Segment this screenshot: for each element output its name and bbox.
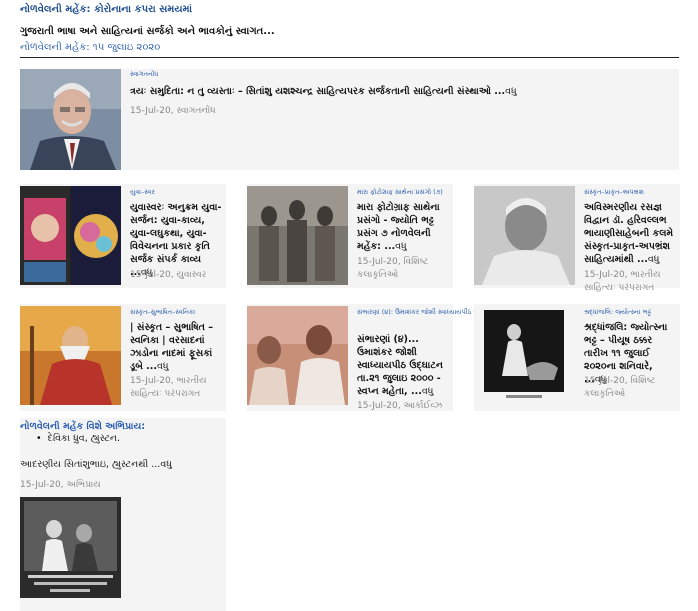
sage-painting-image [20, 306, 121, 405]
opinion-thumbnail[interactable] [20, 497, 121, 598]
featured-thumbnail[interactable] [20, 69, 121, 170]
tribute-photo-image [474, 306, 575, 405]
article-thumbnail[interactable] [247, 306, 348, 405]
read-more-link[interactable]: વધુ [422, 386, 434, 397]
article-title[interactable]: મારા ફોટોગ્રાફ સાથેના પ્રસંગો - જ્યોતિ ભ… [357, 201, 449, 253]
article-category[interactable]: સંસ્કૃત–પ્રાકૃત–અપભ્રંશ [584, 188, 644, 197]
archive-photo-image [247, 306, 348, 405]
children-photo-image [247, 186, 348, 285]
book-covers-image [20, 186, 121, 285]
article-thumbnail[interactable] [20, 186, 121, 285]
article-meta: 15-Jul-20, યુવાસ્વર [130, 270, 207, 280]
read-more-link[interactable]: વધુ [395, 241, 407, 252]
article-category[interactable]: શ્રદ્ધાંજલિ: જ્યોત્સ્ના ભટ્ટ [584, 308, 651, 317]
article-thumbnail[interactable] [20, 306, 121, 405]
article-title[interactable]: | સંસ્કૃત – સુભાષિત – સ્વનિકા | વરસાદનાં… [130, 321, 222, 373]
read-more-link[interactable]: વધુ [160, 459, 172, 470]
opinion-bullet: • દેવિકા ધ્રુવ, હ્યુસ્ટન. [36, 433, 121, 444]
header-divider [20, 57, 679, 58]
featured-category[interactable]: સ્વાગતનોંધ [130, 70, 158, 79]
article-thumbnail[interactable] [247, 186, 348, 285]
read-more-link[interactable]: વધુ [648, 254, 660, 265]
page-intro: ગુજરાતી ભાષા અને સાહિત્યનાં સર્જકો અને ભ… [20, 26, 275, 37]
featured-meta: 15-Jul-20, સ્વાગતનોંધ [130, 106, 216, 116]
scholar-portrait-image [474, 186, 575, 285]
ceremony-photo-image [20, 497, 121, 598]
opinions-heading[interactable]: નોળવેલની મહેંક વિશે અભિપ્રાય: [20, 421, 145, 432]
opinion-meta: 15-Jul-20, અભિપ્રાય [20, 480, 101, 490]
article-meta: 15-Jul-20, વિશિષ્ટ કલાકૃતિઓ [584, 376, 656, 399]
article-title[interactable]: અવિસ્મરણીય રસજ્ઞ વિદ્વાન ડૉ. હરિવલ્લભ ભા… [584, 201, 676, 266]
featured-title[interactable]: ત્રયઃ સમુદિતા: ન તુ વ્યસ્તાઃ – સિતાંશુ ય… [130, 85, 670, 98]
opinion-text[interactable]: આદરણીય સિતાંશુભાઇ, હ્યુસ્ટનથી ...વધુ [20, 459, 172, 470]
article-meta: 15-Jul-20, આર્કાઈવ્ઝ [357, 401, 443, 411]
page-kicker[interactable]: નોળવેલની મહેંક: કોરોનાના કપરા સમયમાં [20, 4, 192, 15]
read-more-link[interactable]: વધુ [505, 86, 517, 97]
page-subline[interactable]: નોળવેલની મહેંક: ૧૫ જુલાઇ ૨૦૨૦ [20, 42, 160, 53]
article-category[interactable]: સંસ્કૃત–સુભાષિત–સ્વનિકા [130, 308, 195, 317]
article-title[interactable]: યુવાસ્વરઃ અનુક્રમ યુવા-સર્જન: યુવા-કાવ્ય… [130, 201, 222, 279]
article-meta: 15-Jul-20, વિશિષ્ટ કલાકૃતિઓ [357, 257, 429, 280]
article-category[interactable]: મારા ફોટોગ્રાફ સાથેના પ્રસંગો (૭) [357, 188, 443, 197]
read-more-link[interactable]: વધુ [157, 361, 169, 372]
article-thumbnail[interactable] [474, 306, 575, 405]
article-meta: 15-Jul-20, ભારતીય સાહિત્યઃ પરંપરાગત [584, 270, 661, 293]
article-thumbnail[interactable] [474, 186, 575, 285]
article-meta: 15-Jul-20, ભારતીય સાહિત્યઃ પરંપરાગત [130, 376, 207, 399]
portrait-image [20, 69, 121, 170]
article-title[interactable]: સંભારણાં (૪)... ઉમાશંકર જોશી સ્વાધ્યાયપી… [357, 333, 449, 398]
article-category[interactable]: યુવા–સ્વર [130, 188, 155, 197]
